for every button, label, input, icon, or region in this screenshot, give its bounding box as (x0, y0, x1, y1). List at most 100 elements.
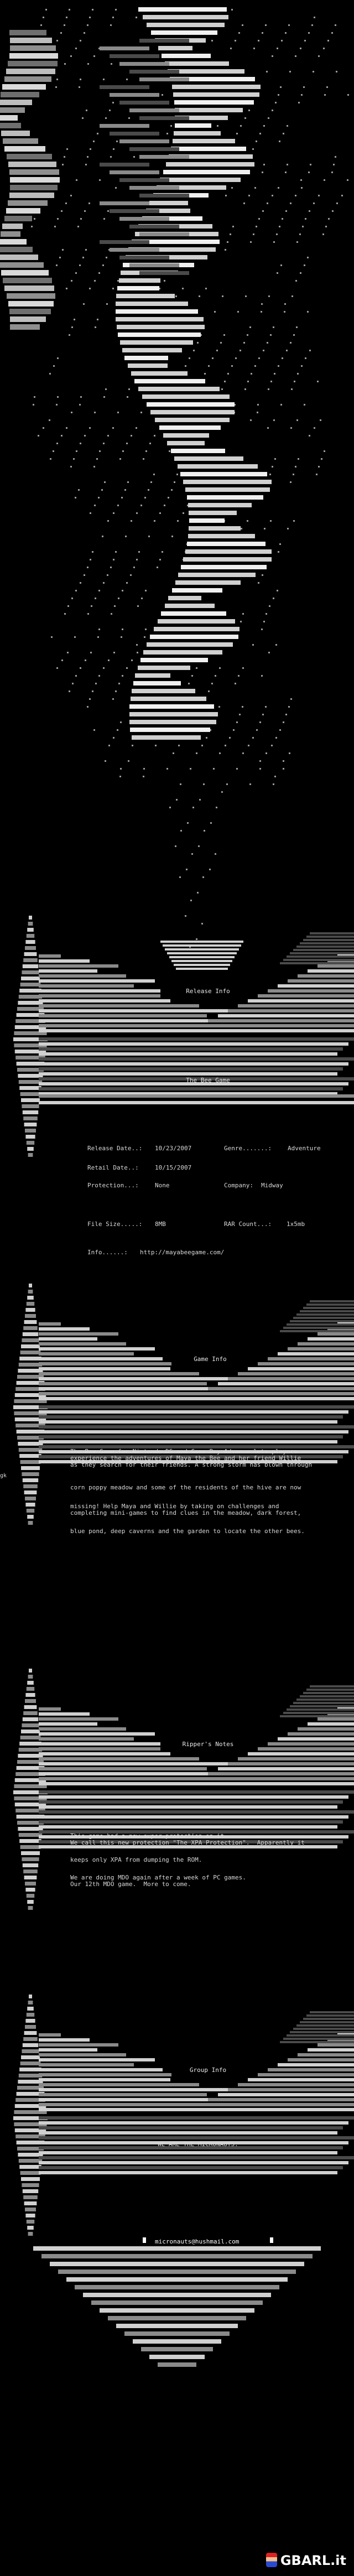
art-dot (62, 164, 64, 165)
art-bar (288, 1347, 354, 1351)
art-dot (70, 55, 72, 57)
art-diamond (22, 1478, 39, 1482)
art-figure (4, 76, 51, 82)
art-figure (3, 278, 52, 283)
art-figure (4, 285, 54, 291)
art-bar (280, 962, 354, 964)
art-diamond (18, 1448, 43, 1452)
art-bar (198, 1024, 354, 1027)
art-bar (218, 2093, 354, 2096)
art-bar (39, 1425, 354, 1429)
art-dot (261, 629, 263, 630)
art-diamond (25, 1699, 36, 1703)
art-diamond (21, 2177, 40, 2181)
art-bar (188, 1029, 354, 1032)
art-dot (82, 117, 84, 119)
art-dot (169, 450, 170, 452)
art-dot (231, 187, 233, 189)
art-dot (331, 32, 333, 34)
art-diamond (20, 2061, 41, 2065)
art-bar (288, 2058, 354, 2061)
art-pyramid (75, 2285, 279, 2289)
art-bar (39, 2151, 337, 2154)
art-bar (296, 2024, 354, 2027)
art-dot (110, 24, 112, 26)
art-dot (136, 427, 137, 429)
art-dot (80, 218, 82, 220)
art-dot (313, 202, 315, 204)
ascii-art-canvas (0, 7, 354, 2367)
art-figure (9, 53, 58, 59)
art-bar (39, 2038, 90, 2042)
art-bar (39, 1101, 354, 1104)
art-dot (224, 381, 226, 382)
art-dot (307, 257, 309, 258)
art-bar (39, 959, 90, 963)
art-dot (122, 629, 123, 630)
art-pyramid (158, 2362, 196, 2367)
art-bar (293, 1317, 354, 1319)
art-dot (162, 94, 163, 96)
art-bar (100, 46, 149, 50)
art-bar (147, 23, 225, 27)
art-dot (117, 729, 118, 731)
art-diamond (25, 2025, 36, 2029)
art-dot (107, 435, 109, 437)
retail-date-value: 10/15/2007 (155, 1164, 192, 1171)
art-dot (71, 326, 73, 328)
retail-date-label: Retail Date..: (87, 1164, 139, 1171)
art-dot (268, 295, 270, 297)
art-bar (298, 1727, 354, 1731)
art-diamond (24, 1320, 37, 1324)
art-diamond (22, 1472, 39, 1476)
art-dot (273, 419, 275, 421)
art-dot (159, 559, 161, 560)
art-dot (43, 427, 44, 429)
art-bar (248, 1367, 354, 1370)
art-bar (39, 1347, 155, 1351)
art-bar (293, 1702, 354, 1704)
art-bar (39, 999, 170, 1003)
art-bar (134, 379, 205, 383)
art-dot (127, 481, 129, 483)
art-dot (118, 683, 120, 684)
art-dot (108, 745, 110, 746)
art-dot (281, 40, 283, 41)
art-pyramid (58, 2269, 296, 2274)
art-dot (90, 148, 91, 150)
art-dot (204, 830, 205, 832)
art-dot (280, 404, 282, 406)
art-dot (223, 334, 225, 336)
art-dot (229, 737, 231, 739)
art-dot (64, 24, 65, 26)
art-dot (140, 505, 142, 506)
art-bar (120, 340, 193, 345)
art-bar (168, 596, 201, 600)
art-dot (230, 233, 231, 235)
art-bar (39, 1322, 61, 1326)
art-bar (39, 1820, 343, 1824)
art-bar (39, 1712, 90, 1716)
art-dot (113, 559, 114, 560)
art-dot (87, 567, 88, 568)
art-bar (39, 2093, 207, 2096)
art-bar (39, 979, 155, 983)
art-dot (217, 125, 218, 127)
art-dot (83, 303, 85, 305)
art-dot (80, 40, 81, 41)
art-diamond (28, 1290, 33, 1294)
art-dot (94, 280, 96, 282)
art-dot (71, 280, 72, 282)
art-dot (298, 102, 300, 103)
art-dot (277, 590, 278, 591)
art-dot (211, 40, 213, 41)
art-bar (39, 2043, 118, 2047)
art-dot (154, 520, 155, 522)
art-dot (325, 226, 327, 227)
art-diamond (25, 1314, 36, 1318)
art-dot (284, 303, 286, 305)
art-dot (254, 187, 256, 189)
art-dot (87, 156, 88, 158)
art-bar (39, 1410, 348, 1414)
art-bar (160, 941, 243, 943)
